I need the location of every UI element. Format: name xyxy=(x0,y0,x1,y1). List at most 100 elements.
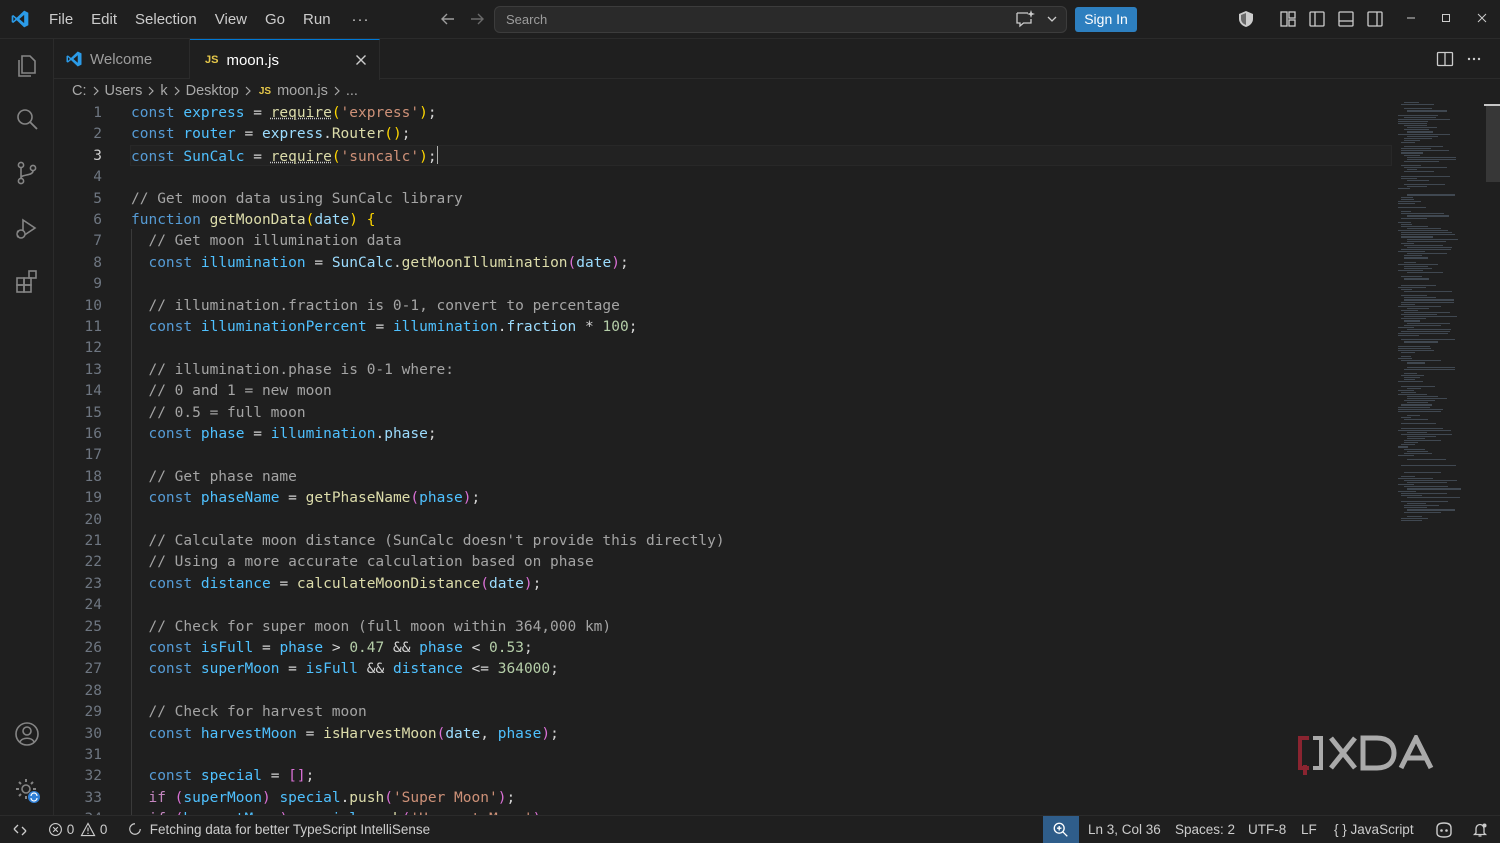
minimap-line xyxy=(1404,486,1449,488)
minimap-line xyxy=(1404,278,1429,280)
code-text: const illumination = SunCalc.getMoonIllu… xyxy=(148,254,629,271)
warning-icon xyxy=(80,822,96,837)
toggle-secondary-sidebar-icon[interactable] xyxy=(1366,10,1384,28)
code-line: 8 const illumination = SunCalc.getMoonIl… xyxy=(54,253,1384,274)
minimap-line xyxy=(1401,217,1428,219)
sign-in-button[interactable]: Sign In xyxy=(1075,7,1137,32)
breadcrumb-desktop[interactable]: Desktop xyxy=(186,83,239,99)
code-editor[interactable]: 1 const express = require('express'); 2 co… xyxy=(54,102,1500,815)
minimap-line xyxy=(1401,494,1423,496)
minimap-line xyxy=(1398,358,1412,360)
problems-indicator[interactable]: 0 0 xyxy=(48,816,107,843)
split-editor-icon[interactable] xyxy=(1436,51,1454,67)
menu-view[interactable]: View xyxy=(206,0,256,39)
extensions-icon[interactable] xyxy=(13,268,41,296)
minimap-line xyxy=(1401,211,1412,213)
source-control-icon[interactable] xyxy=(13,159,41,187)
toggle-panel-icon[interactable] xyxy=(1337,10,1355,28)
chevron-right-icon xyxy=(174,86,180,96)
explorer-icon[interactable] xyxy=(13,51,41,79)
minimap-line xyxy=(1401,417,1411,419)
minimap-line xyxy=(1404,108,1433,110)
status-bar: 0 0 Fetching data for better TypeScript … xyxy=(0,815,1500,843)
minimap-line xyxy=(1401,423,1436,425)
forward-arrow-icon[interactable] xyxy=(467,9,487,29)
chevron-down-icon[interactable] xyxy=(1045,12,1059,26)
menu-go[interactable]: Go xyxy=(256,0,294,39)
code-text: if (superMoon) special.push('Super Moon'… xyxy=(148,789,516,806)
minimap-line xyxy=(1407,398,1448,400)
minimap-line xyxy=(1407,328,1451,330)
close-icon[interactable] xyxy=(353,52,369,68)
search-icon[interactable] xyxy=(13,105,41,133)
indentation-setting[interactable]: Spaces: 2 xyxy=(1175,816,1235,843)
tab-moon-js[interactable]: JS moon.js xyxy=(190,39,380,80)
encoding-setting[interactable]: UTF-8 xyxy=(1248,816,1286,843)
language-mode[interactable]: { } JavaScript xyxy=(1334,816,1414,843)
minimap-line xyxy=(1404,372,1417,375)
line-number: 30 xyxy=(84,725,102,742)
minimap-line xyxy=(1407,307,1430,309)
customize-layout-icon[interactable] xyxy=(1279,10,1297,28)
notifications-bell-icon[interactable] xyxy=(1472,822,1488,838)
minimap-line xyxy=(1407,509,1455,511)
code-line: 30 const harvestMoon = isHarvestMoon(dat… xyxy=(54,724,1384,745)
zoom-indicator[interactable] xyxy=(1043,816,1079,843)
code-text: function getMoonData(date) { xyxy=(131,212,376,228)
zoom-in-icon xyxy=(1053,822,1068,837)
tab-welcome[interactable]: Welcome xyxy=(54,39,190,79)
menu-selection[interactable]: Selection xyxy=(126,0,206,39)
window-close-icon[interactable] xyxy=(1474,10,1490,26)
minimap[interactable] xyxy=(1396,102,1486,532)
end-of-line-setting[interactable]: LF xyxy=(1301,816,1317,843)
code-line: 24 xyxy=(54,595,1384,616)
breadcrumb-users[interactable]: Users xyxy=(105,83,143,99)
minimize-icon[interactable] xyxy=(1403,10,1419,26)
breadcrumb-user[interactable]: k xyxy=(160,83,167,99)
minimap-line xyxy=(1401,196,1414,198)
minimap-line xyxy=(1407,110,1447,112)
manage-gear-icon[interactable] xyxy=(13,776,41,804)
minimap-line xyxy=(1407,362,1425,364)
minimap-line xyxy=(1407,322,1451,324)
line-number: 33 xyxy=(84,789,102,806)
account-shield-icon[interactable] xyxy=(1237,10,1255,28)
breadcrumb-symbols[interactable]: ... xyxy=(346,83,358,99)
minimap-line xyxy=(1401,295,1427,297)
breadcrumb-drive[interactable]: C: xyxy=(72,83,87,99)
minimap-line xyxy=(1404,312,1450,314)
minimap-line xyxy=(1407,459,1447,461)
line-number: 25 xyxy=(84,618,102,635)
menu-file[interactable]: File xyxy=(40,0,82,39)
minimap-line xyxy=(1404,368,1456,370)
minimap-line xyxy=(1404,116,1436,118)
back-arrow-icon[interactable] xyxy=(438,9,458,29)
minimap-line xyxy=(1401,104,1434,106)
account-icon[interactable] xyxy=(13,720,41,748)
remote-indicator-icon[interactable] xyxy=(12,823,28,837)
toggle-primary-sidebar-icon[interactable] xyxy=(1308,10,1326,28)
menu-more-button[interactable]: ··· xyxy=(340,11,382,28)
minimap-line xyxy=(1401,150,1449,152)
copilot-status-icon[interactable] xyxy=(1434,822,1454,838)
copilot-chat-icon[interactable] xyxy=(1014,9,1036,29)
vertical-scrollbar[interactable] xyxy=(1486,104,1500,182)
minimap-line xyxy=(1404,102,1420,104)
menu-edit[interactable]: Edit xyxy=(82,0,126,39)
minimap-line xyxy=(1398,347,1432,349)
minimap-line xyxy=(1398,389,1415,391)
command-center-search[interactable]: Search xyxy=(494,6,1067,33)
minimap-line xyxy=(1404,129,1429,131)
menu-run[interactable]: Run xyxy=(294,0,340,39)
cursor-position[interactable]: Ln 3, Col 36 xyxy=(1088,816,1161,843)
run-and-debug-icon[interactable] xyxy=(13,214,41,242)
line-number: 4 xyxy=(93,169,102,186)
minimap-line xyxy=(1404,448,1426,450)
more-actions-icon[interactable] xyxy=(1465,51,1483,67)
minimap-line xyxy=(1398,484,1414,486)
code-line: 31 xyxy=(54,745,1384,766)
maximize-icon[interactable] xyxy=(1438,10,1454,26)
breadcrumb-file[interactable]: moon.js xyxy=(277,83,328,99)
minimap-line xyxy=(1404,297,1437,299)
code-line: 32 const special = []; xyxy=(54,766,1384,787)
